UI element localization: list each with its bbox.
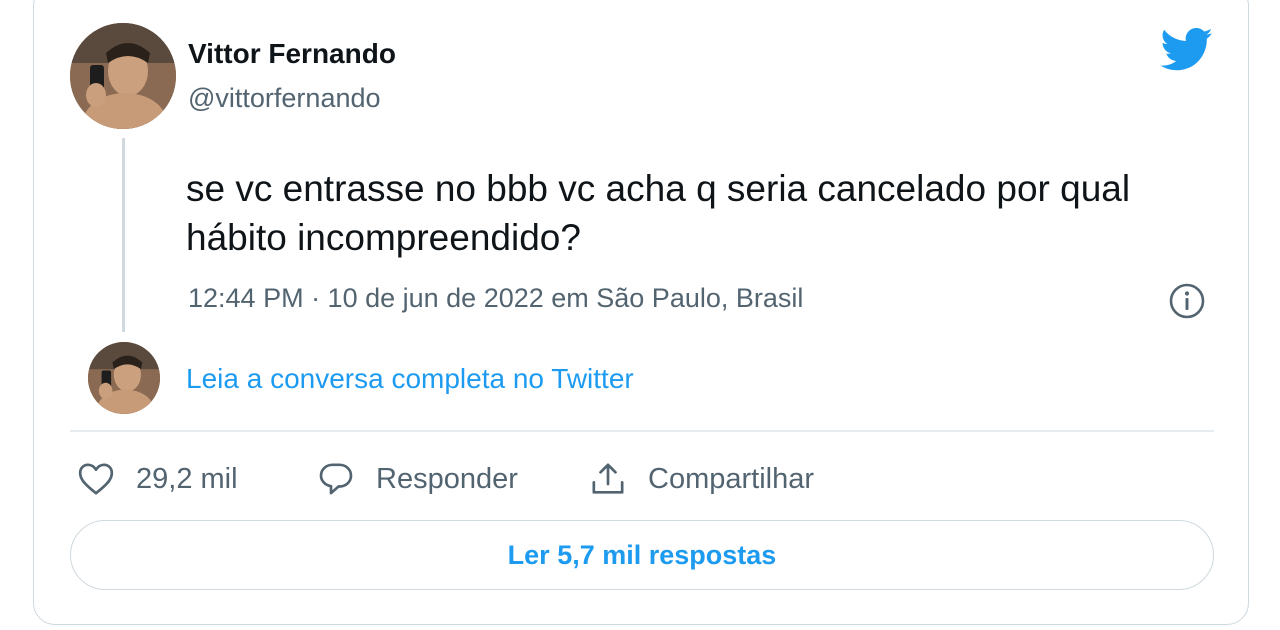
author-avatar[interactable] [70, 23, 176, 129]
author-name[interactable]: Vittor Fernando [188, 38, 396, 70]
like-button[interactable]: 29,2 mil [76, 456, 238, 502]
conversation-avatar[interactable] [88, 342, 160, 414]
share-upload-icon [592, 463, 624, 494]
share-button[interactable]: Compartilhar [588, 456, 814, 502]
avatar-photo [88, 342, 160, 414]
share-label: Compartilhar [648, 462, 814, 495]
thread-line [122, 138, 125, 332]
read-replies-button[interactable]: Ler 5,7 mil respostas [70, 520, 1214, 590]
divider [70, 430, 1214, 432]
heart-icon [78, 463, 114, 495]
read-conversation-link[interactable]: Leia a conversa completa no Twitter [186, 363, 634, 395]
twitter-bird-icon[interactable] [1160, 28, 1214, 72]
info-icon[interactable] [1168, 282, 1206, 320]
reply-button[interactable]: Responder [316, 456, 518, 502]
tweet-text: se vc entrasse no bbb vc acha q seria ca… [186, 168, 1131, 258]
speech-bubble-icon [319, 463, 353, 495]
reply-label: Responder [376, 462, 518, 495]
tweet-timestamp-location[interactable]: 12:44 PM · 10 de jun de 2022 em São Paul… [188, 283, 803, 314]
read-replies-label: Ler 5,7 mil respostas [507, 539, 777, 570]
like-count: 29,2 mil [136, 462, 238, 495]
author-handle[interactable]: @vittorfernando [188, 83, 381, 114]
avatar-photo [70, 23, 176, 129]
